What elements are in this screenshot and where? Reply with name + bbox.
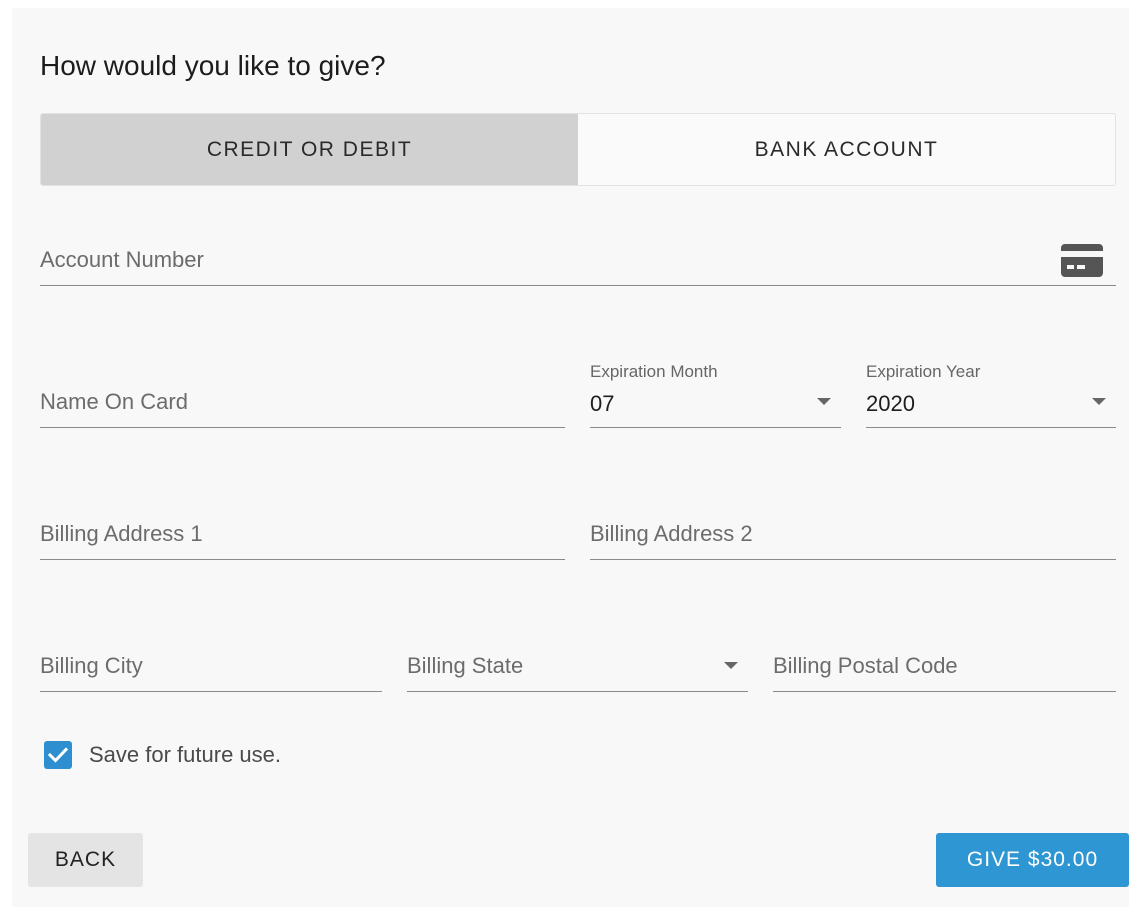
name-on-card-placeholder: Name On Card (40, 389, 188, 414)
checkmark-icon (48, 747, 68, 763)
give-button[interactable]: GIVE $30.00 (936, 833, 1129, 887)
billing-address-1-field[interactable]: Billing Address 1 (40, 502, 565, 560)
back-button[interactable]: BACK (28, 833, 143, 887)
tab-credit-or-debit[interactable]: CREDIT OR DEBIT (41, 114, 578, 185)
account-number-placeholder: Account Number (40, 247, 204, 272)
billing-address-1-placeholder: Billing Address 1 (40, 521, 203, 546)
expiration-month-select[interactable]: Expiration Month 07 (590, 362, 841, 428)
chevron-down-icon (817, 398, 831, 405)
save-for-future-row: Save for future use. (44, 741, 281, 769)
tab-bank-account[interactable]: BANK ACCOUNT (578, 114, 1115, 185)
expiration-month-label: Expiration Month (590, 362, 718, 381)
billing-address-2-field[interactable]: Billing Address 2 (590, 502, 1116, 560)
name-on-card-field[interactable]: Name On Card (40, 370, 565, 428)
billing-city-placeholder: Billing City (40, 653, 143, 678)
expiration-year-value: 2020 (866, 391, 915, 416)
expiration-month-value: 07 (590, 391, 615, 416)
billing-state-select[interactable]: Billing State (407, 634, 748, 692)
chevron-down-icon (724, 662, 738, 669)
save-for-future-label: Save for future use. (89, 742, 281, 767)
save-for-future-checkbox[interactable] (44, 741, 72, 769)
billing-postal-code-field[interactable]: Billing Postal Code (773, 634, 1116, 692)
billing-address-2-placeholder: Billing Address 2 (590, 521, 753, 546)
chevron-down-icon (1092, 398, 1106, 405)
expiration-year-label: Expiration Year (866, 362, 981, 381)
credit-card-icon (1061, 244, 1103, 277)
expiration-year-select[interactable]: Expiration Year 2020 (866, 362, 1116, 428)
billing-city-field[interactable]: Billing City (40, 634, 382, 692)
payment-method-tabs: CREDIT OR DEBIT BANK ACCOUNT (40, 113, 1116, 186)
billing-postal-code-placeholder: Billing Postal Code (773, 653, 958, 678)
page-title: How would you like to give? (40, 50, 386, 81)
account-number-field[interactable]: Account Number (40, 230, 1116, 286)
billing-state-placeholder: Billing State (407, 653, 524, 678)
